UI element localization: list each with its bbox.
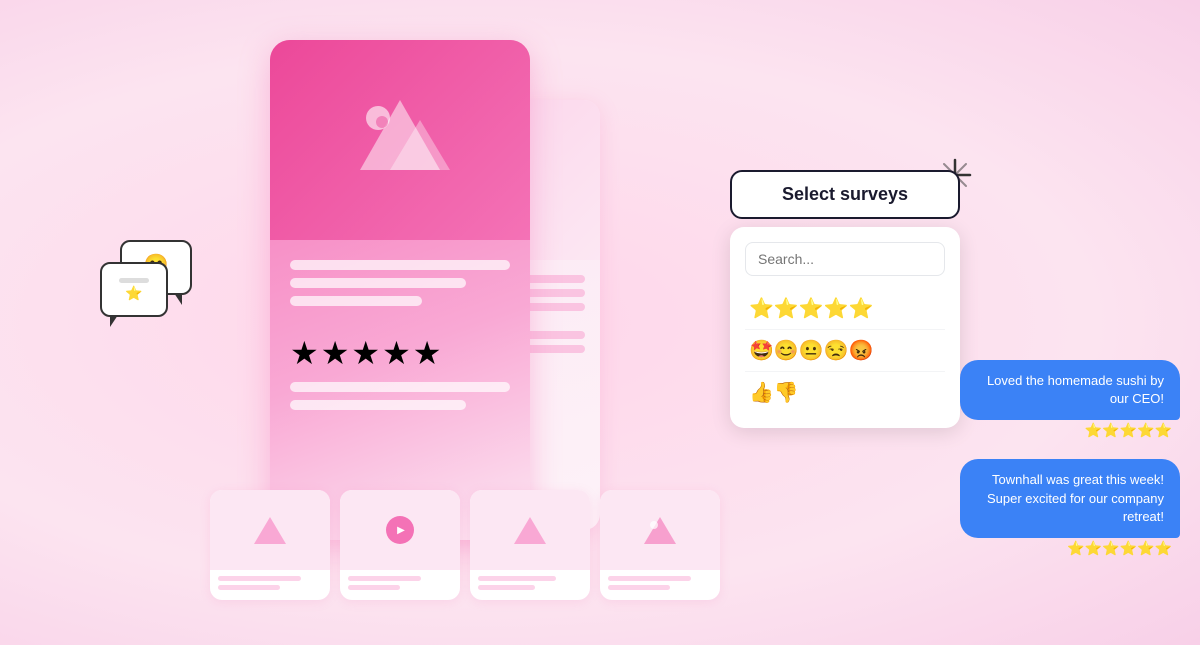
mini-card-4-image — [600, 490, 720, 570]
mini-line-8 — [608, 585, 670, 590]
card-image-area — [270, 40, 530, 240]
mini-line-2 — [218, 585, 280, 590]
search-input[interactable] — [745, 242, 945, 276]
mini-card-3-lines — [470, 570, 590, 600]
search-dropdown: ⭐⭐⭐⭐⭐ 🤩😊😐😒😡 👍👎 — [730, 227, 960, 428]
chat-bubbles-right: Loved the homemade sushi by our CEO! ⭐⭐⭐… — [960, 360, 1200, 557]
bottom-cards-row: ▶ — [210, 490, 720, 600]
card-line-2 — [290, 278, 466, 288]
select-surveys-label[interactable]: Select surveys — [730, 170, 960, 219]
card-line-3 — [290, 296, 422, 306]
mini-line-5 — [478, 576, 556, 581]
mini-line-1 — [218, 576, 301, 581]
thumbs-icons: 👍👎 — [749, 380, 799, 405]
card-text-lines — [270, 240, 530, 324]
mini-mountain-icon-1 — [250, 513, 290, 548]
mini-card-2-lines — [340, 570, 460, 600]
chat-message-2: Townhall was great this week! Super exci… — [960, 459, 1180, 538]
main-card: ★★★★★ — [270, 40, 530, 540]
mini-card-1 — [210, 490, 330, 600]
mini-line-7 — [608, 576, 691, 581]
mini-card-3-image — [470, 490, 590, 570]
mini-card-1-lines — [210, 570, 330, 600]
faces-icons: 🤩😊😐😒😡 — [749, 338, 874, 363]
star-icon-small: ⭐ — [125, 285, 142, 302]
mini-card-4-lines — [600, 570, 720, 600]
chat-stars-2: ⭐⭐⭐⭐⭐⭐ — [1067, 540, 1180, 557]
survey-row-faces[interactable]: 🤩😊😐😒😡 — [745, 330, 945, 372]
card-more-lines — [270, 382, 530, 410]
card-line-4 — [290, 382, 510, 392]
mini-mountain-icon-3 — [510, 513, 550, 548]
mini-line-3 — [348, 576, 421, 581]
mountain-main-icon — [340, 90, 460, 190]
chat-icon-decoration: 😊 ⭐ — [100, 240, 200, 330]
stars-icons: ⭐⭐⭐⭐⭐ — [749, 296, 874, 321]
play-icon: ▶ — [386, 516, 414, 544]
survey-row-stars[interactable]: ⭐⭐⭐⭐⭐ — [745, 288, 945, 330]
select-surveys-container: Select surveys ⭐⭐⭐⭐⭐ 🤩😊😐😒😡 👍👎 — [730, 170, 960, 428]
mini-line-6 — [478, 585, 535, 590]
mini-mountain-icon-4 — [640, 513, 680, 548]
mini-card-2-image: ▶ — [340, 490, 460, 570]
card-line-1 — [290, 260, 510, 270]
mini-card-1-image — [210, 490, 330, 570]
card-star-rating: ★★★★★ — [270, 324, 530, 382]
chat-message-1: Loved the homemade sushi by our CEO! — [960, 360, 1180, 420]
mini-card-4 — [600, 490, 720, 600]
mini-line-4 — [348, 585, 400, 590]
chat-bubble-front: ⭐ — [100, 262, 168, 317]
card-line-5 — [290, 400, 466, 410]
mini-card-2: ▶ — [340, 490, 460, 600]
mini-card-3 — [470, 490, 590, 600]
chat-stars-1: ⭐⭐⭐⭐⭐ — [1085, 422, 1180, 439]
survey-row-thumbs[interactable]: 👍👎 — [745, 372, 945, 413]
